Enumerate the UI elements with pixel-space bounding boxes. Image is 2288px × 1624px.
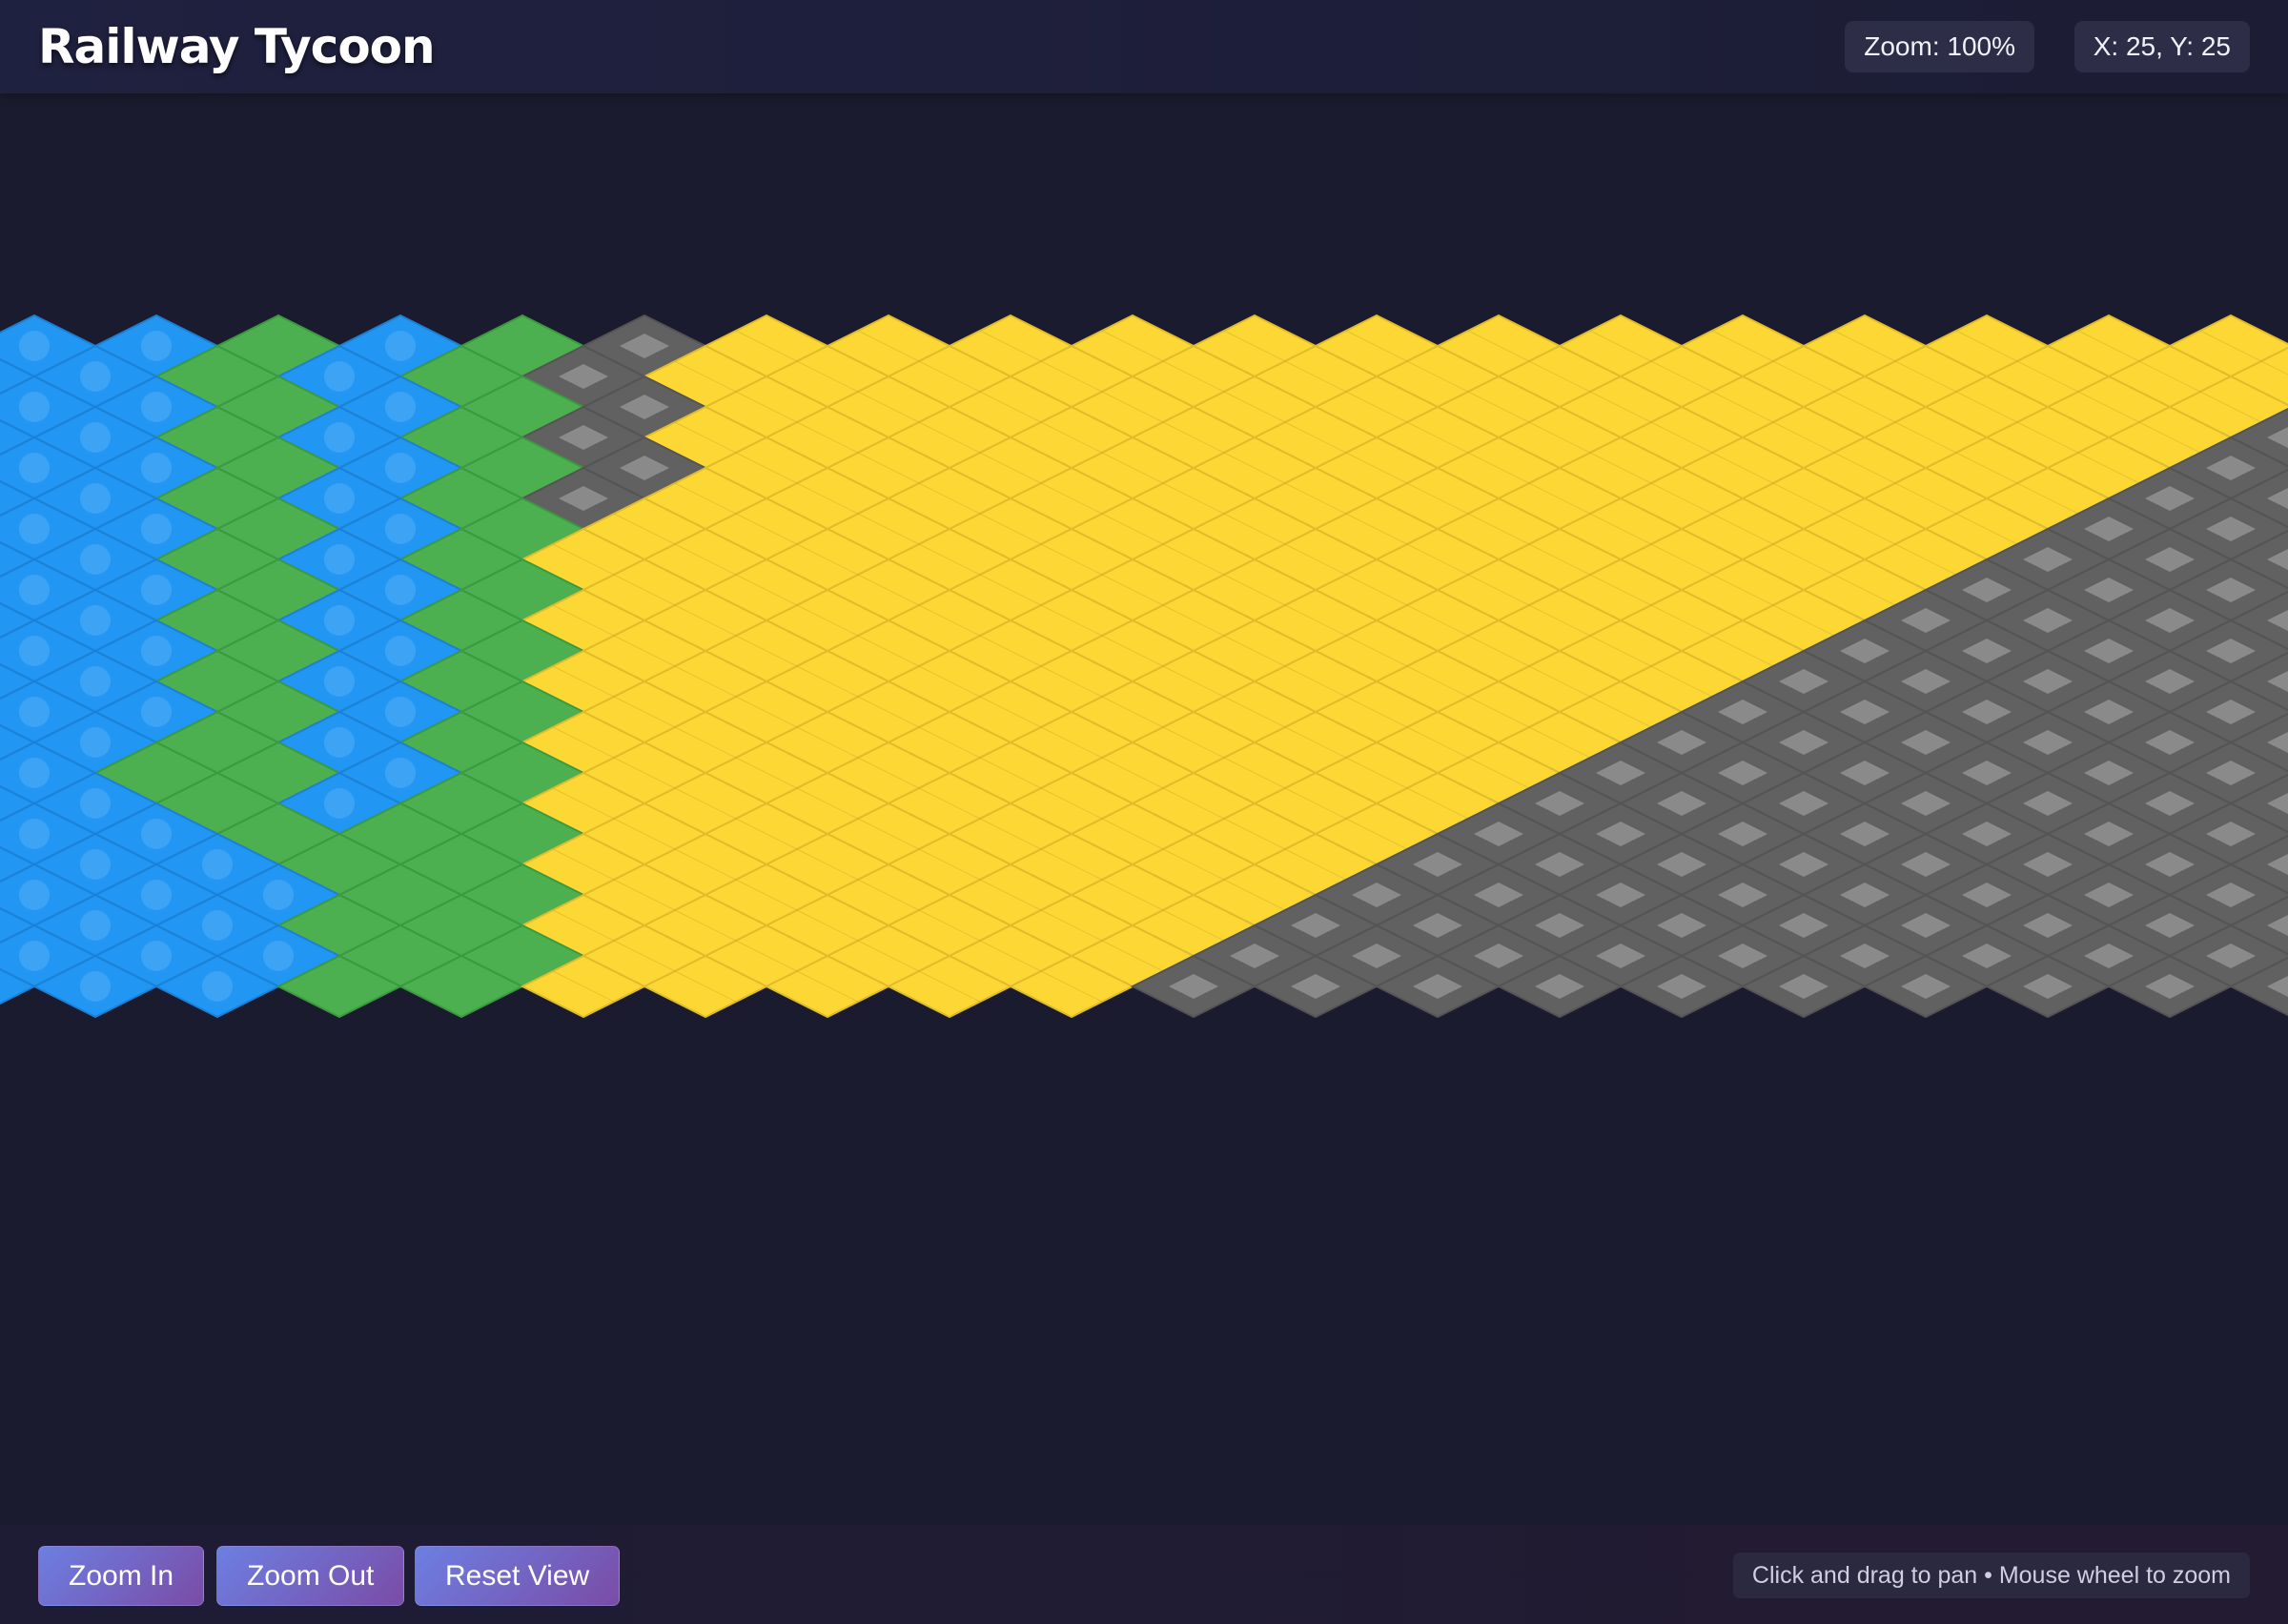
water-ripple xyxy=(202,849,233,880)
water-ripple xyxy=(263,880,294,910)
water-ripple xyxy=(385,697,416,727)
water-ripple xyxy=(80,910,111,941)
water-ripple xyxy=(19,758,50,788)
water-ripple xyxy=(80,727,111,758)
isometric-map-canvas[interactable] xyxy=(0,93,2288,1525)
water-ripple xyxy=(141,453,172,483)
water-ripple xyxy=(324,666,355,697)
water-ripple xyxy=(19,941,50,971)
water-ripple xyxy=(141,331,172,361)
water-ripple xyxy=(202,910,233,941)
water-ripple xyxy=(385,514,416,544)
water-ripple xyxy=(19,575,50,605)
water-ripple xyxy=(19,331,50,361)
controls-hint: Click and drag to pan • Mouse wheel to z… xyxy=(1732,1553,2250,1598)
water-ripple xyxy=(80,361,111,392)
water-ripple xyxy=(385,392,416,422)
zoom-out-button[interactable]: Zoom Out xyxy=(216,1546,405,1606)
water-ripple xyxy=(19,453,50,483)
water-ripple xyxy=(324,788,355,819)
bottom-toolbar: Zoom In Zoom Out Reset View Click and dr… xyxy=(0,1525,2288,1624)
water-ripple xyxy=(19,880,50,910)
coordinate-readout: X: 25, Y: 25 xyxy=(2074,21,2250,72)
water-ripple xyxy=(263,941,294,971)
water-ripple xyxy=(141,880,172,910)
water-ripple xyxy=(202,971,233,1002)
water-ripple xyxy=(324,605,355,636)
water-ripple xyxy=(19,819,50,849)
water-ripple xyxy=(80,666,111,697)
water-ripple xyxy=(19,636,50,666)
water-ripple xyxy=(80,422,111,453)
water-ripple xyxy=(385,331,416,361)
water-ripple xyxy=(141,697,172,727)
zoom-level-indicator: Zoom: 100% xyxy=(1845,21,2034,72)
water-ripple xyxy=(385,453,416,483)
water-ripple xyxy=(80,483,111,514)
water-ripple xyxy=(141,392,172,422)
water-ripple xyxy=(324,361,355,392)
water-ripple xyxy=(324,483,355,514)
water-ripple xyxy=(385,575,416,605)
terrain-grid[interactable] xyxy=(0,93,2288,1525)
app-title: Railway Tycoon xyxy=(38,19,436,74)
water-ripple xyxy=(141,819,172,849)
water-ripple xyxy=(141,575,172,605)
water-ripple xyxy=(324,727,355,758)
water-ripple xyxy=(385,758,416,788)
water-ripple xyxy=(80,544,111,575)
water-ripple xyxy=(324,422,355,453)
water-ripple xyxy=(141,941,172,971)
water-ripple xyxy=(19,392,50,422)
water-ripple xyxy=(141,514,172,544)
water-ripple xyxy=(19,514,50,544)
top-bar: Railway Tycoon Zoom: 100% X: 25, Y: 25 xyxy=(0,0,2288,93)
water-ripple xyxy=(80,849,111,880)
water-ripple xyxy=(385,636,416,666)
water-ripple xyxy=(80,971,111,1002)
water-ripple xyxy=(324,544,355,575)
reset-view-button[interactable]: Reset View xyxy=(415,1546,621,1606)
water-ripple xyxy=(19,697,50,727)
water-ripple xyxy=(80,788,111,819)
zoom-in-button[interactable]: Zoom In xyxy=(38,1546,205,1606)
water-ripple xyxy=(141,636,172,666)
water-ripple xyxy=(80,605,111,636)
